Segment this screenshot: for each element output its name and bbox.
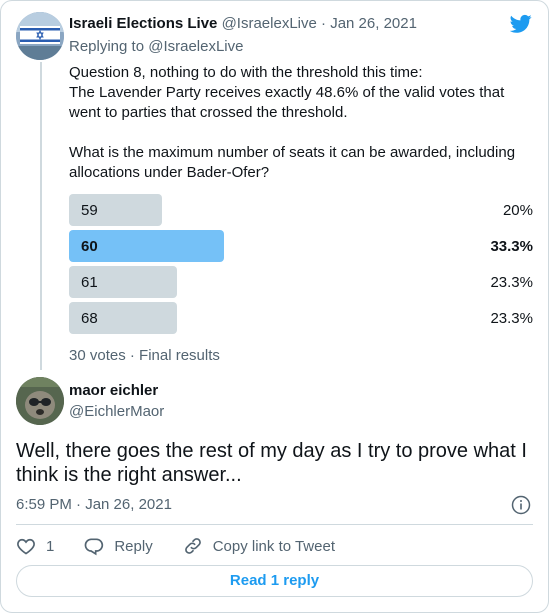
avatar[interactable] [16,12,64,60]
reply-text: Well, there goes the rest of my day as I… [16,440,527,486]
like-count: 1 [46,537,55,555]
tweet-header: Israeli Elections Live @IsraelexLive · J… [69,15,417,32]
replying-prefix: Replying to [69,38,149,55]
poll-footer: 30 votes · Final results [69,347,220,364]
poll-option: 61 23.3% [69,266,533,298]
poll-option-percent: 33.3% [490,238,533,255]
read-replies-button[interactable]: Read 1 reply [16,565,533,597]
action-bar: 1 Reply Copy link to Tweet [16,535,365,557]
tweet-date[interactable]: Jan 26, 2021 [330,15,417,32]
divider [16,524,533,525]
twitter-bird-icon[interactable] [510,14,532,34]
poll-option-label: 68 [81,310,98,327]
poll-option-label: 59 [81,202,98,219]
poll-option-percent: 20% [502,202,533,219]
date-separator: · [316,15,331,32]
link-icon [184,538,201,554]
replying-handle[interactable]: @IsraelexLive [148,38,243,55]
poll-option-percent: 23.3% [490,274,533,291]
heart-icon [17,538,35,555]
author-handle[interactable]: @IsraelexLive [222,15,317,32]
reply-icon [84,538,104,556]
poll-option: 68 23.3% [69,302,533,334]
reply-timestamp[interactable]: 6:59 PM · Jan 26, 2021 [16,496,172,513]
info-icon[interactable] [511,495,531,515]
copy-link-label: Copy link to Tweet [212,537,335,555]
poll: 59 20% 60 33.3% 61 23.3% 68 23.3% [69,194,533,338]
poll-option: 60 33.3% [69,230,533,262]
copy-link-button[interactable]: Copy link to Tweet [183,536,335,556]
author-name[interactable]: Israeli Elections Live [69,15,217,32]
like-button[interactable]: 1 [16,536,54,556]
avatar[interactable] [16,377,64,425]
reply-author-name[interactable]: maor eichler [69,382,158,399]
poll-option-label: 61 [81,274,98,291]
poll-option: 59 20% [69,194,533,226]
tweet-text: Question 8, nothing to do with the thres… [69,64,516,181]
reply-label: Reply [114,537,153,555]
reply-button[interactable]: Reply [84,536,153,556]
poll-option-label: 60 [81,238,98,255]
thread-line [40,62,42,370]
replying-to: Replying to @IsraelexLive [69,38,244,55]
poll-option-percent: 23.3% [490,310,533,327]
reply-author-handle[interactable]: @EichlerMaor [69,403,164,420]
